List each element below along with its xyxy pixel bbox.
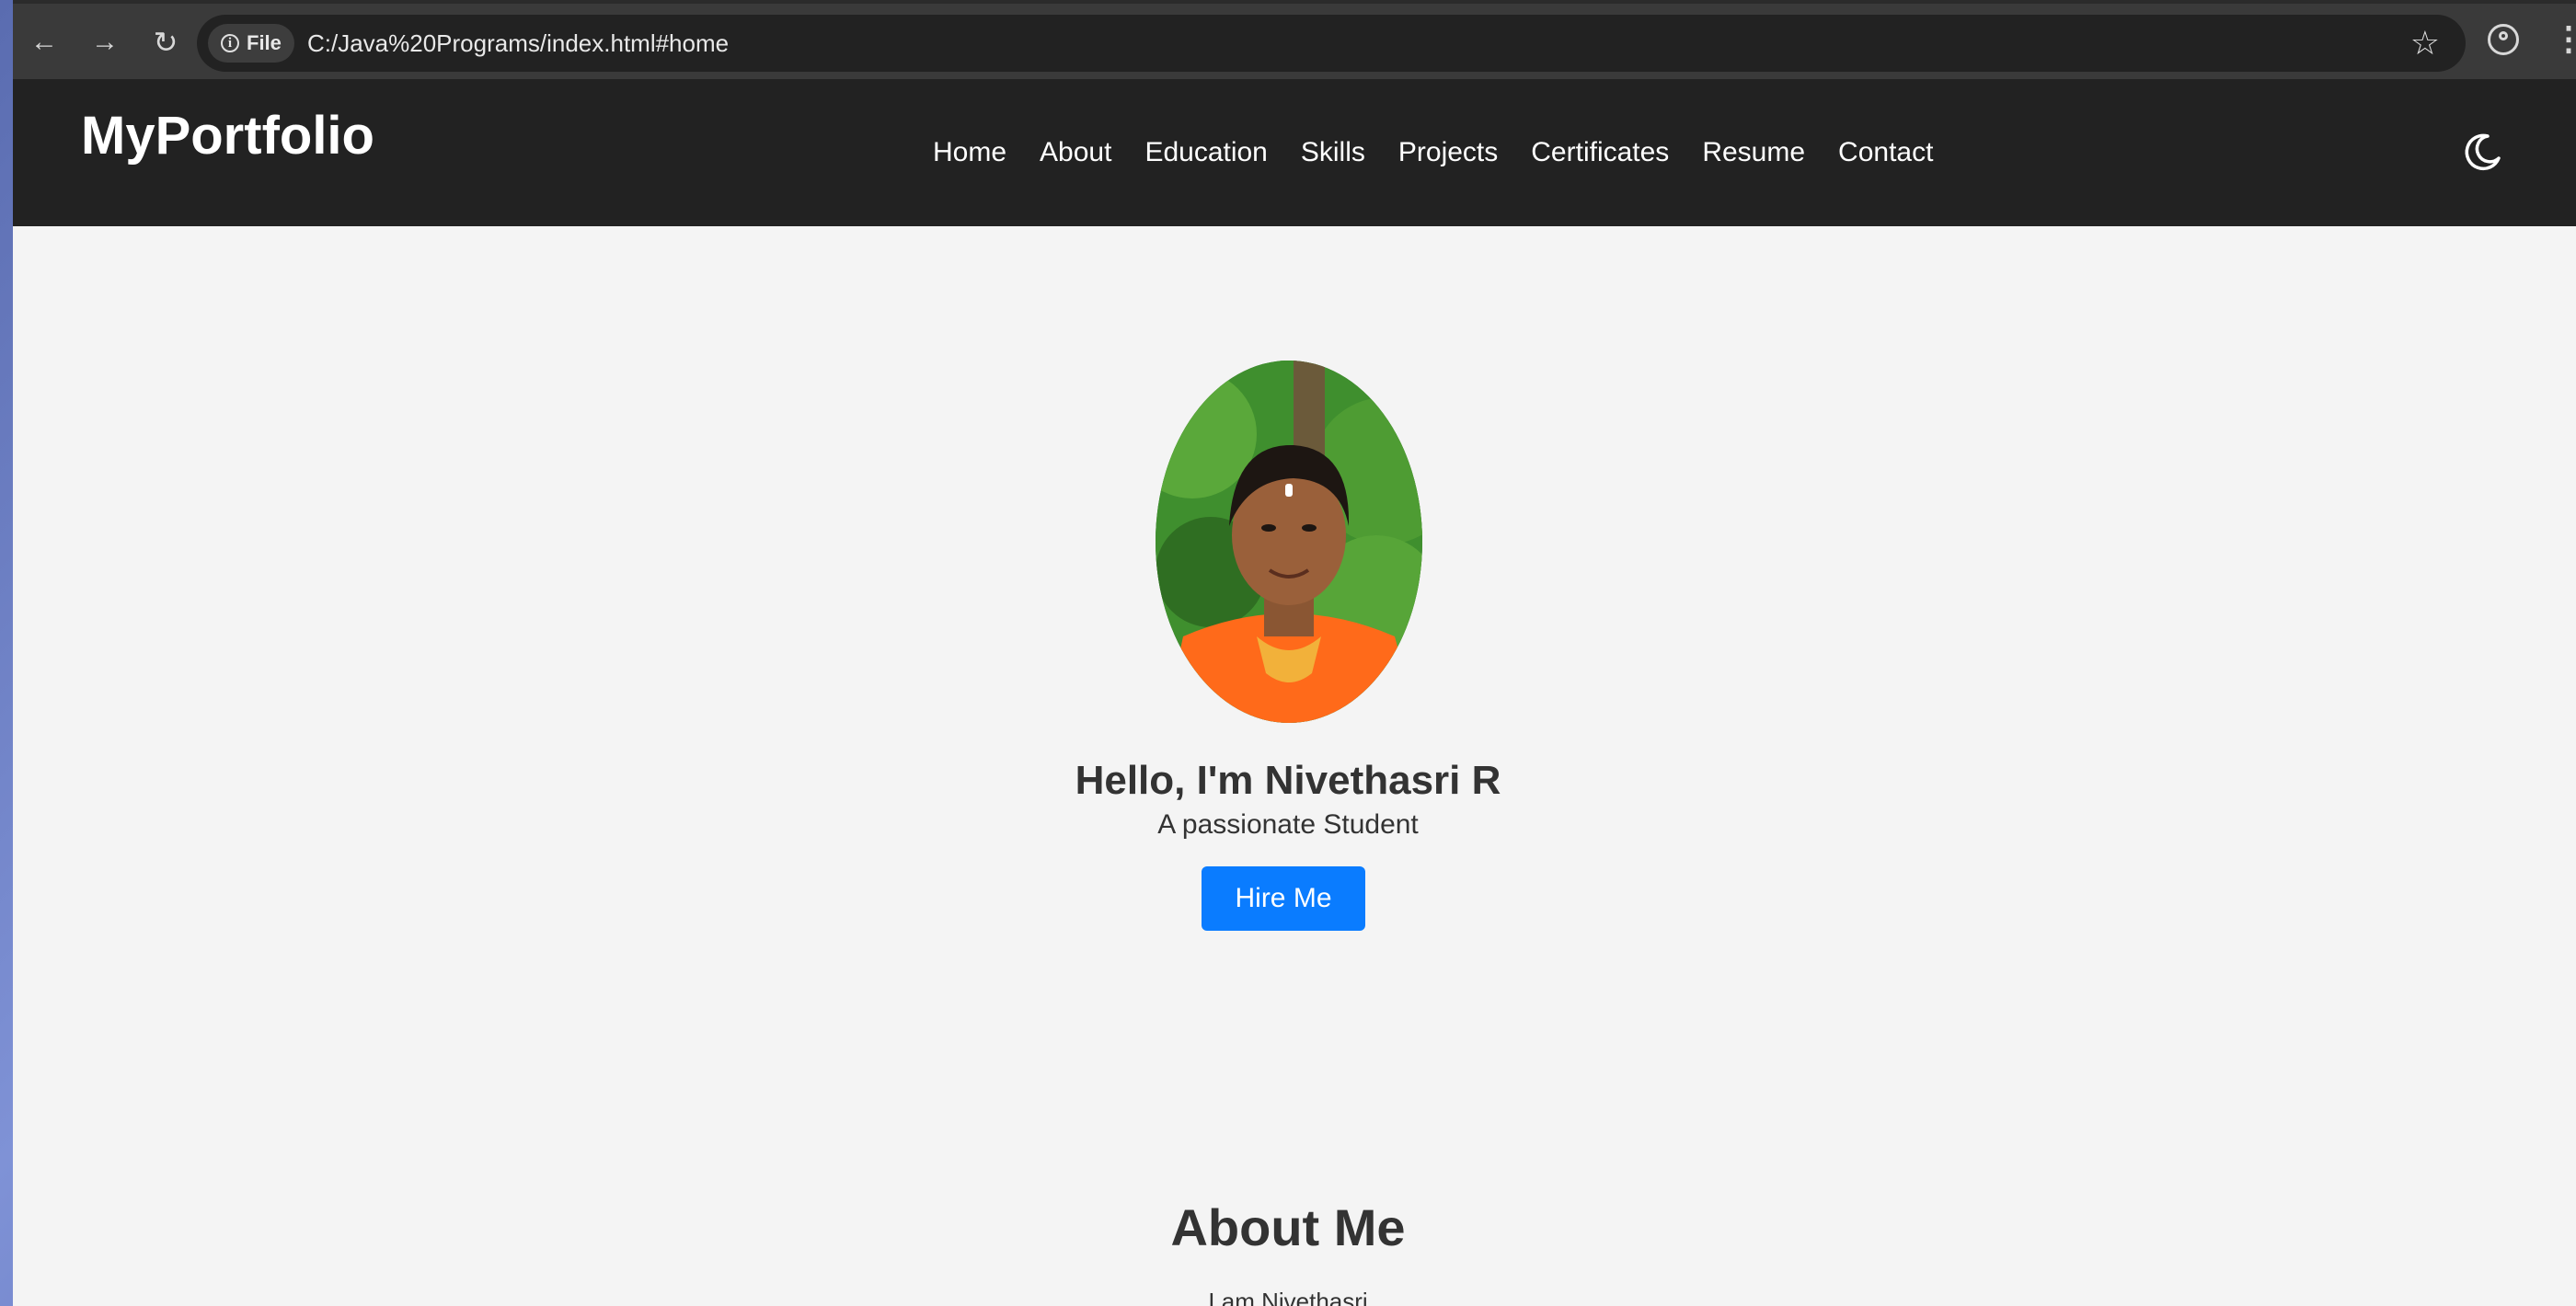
- nav-link-education[interactable]: Education: [1128, 137, 1283, 168]
- browser-toolbar: ← → ↻ i File C:/Java%20Programs/index.ht…: [13, 0, 2576, 79]
- nav-link-resume[interactable]: Resume: [1685, 137, 1822, 168]
- site-info-chip[interactable]: i File: [208, 24, 294, 63]
- nav-link-projects[interactable]: Projects: [1382, 137, 1514, 168]
- nav-link-skills[interactable]: Skills: [1284, 137, 1382, 168]
- hero-title: Hello, I'm Nivethasri R: [1075, 758, 1501, 803]
- reload-icon[interactable]: ↻: [147, 24, 184, 61]
- site-logo[interactable]: MyPortfolio: [81, 105, 374, 166]
- bookmark-star-icon[interactable]: ☆: [2410, 26, 2440, 61]
- hero-subtitle: A passionate Student: [1157, 809, 1419, 840]
- nav-link-contact[interactable]: Contact: [1822, 137, 1949, 168]
- nav-link-certificates[interactable]: Certificates: [1514, 137, 1685, 168]
- site-navbar: MyPortfolio Home About Education Skills …: [13, 79, 2576, 226]
- nav-link-about[interactable]: About: [1023, 137, 1128, 168]
- moon-icon[interactable]: [2460, 129, 2506, 175]
- nav-link-home[interactable]: Home: [916, 137, 1023, 168]
- back-icon[interactable]: ←: [26, 24, 63, 61]
- profile-icon[interactable]: [2488, 24, 2519, 55]
- about-title: About Me: [1170, 1198, 1406, 1256]
- about-text: I am Nivethasri: [1208, 1288, 1368, 1306]
- browser-window: ← → ↻ i File C:/Java%20Programs/index.ht…: [13, 0, 2576, 1306]
- info-icon: i: [221, 34, 239, 52]
- address-bar[interactable]: i File C:/Java%20Programs/index.html#hom…: [197, 15, 2466, 72]
- url-text[interactable]: C:/Java%20Programs/index.html#home: [307, 15, 729, 72]
- more-menu-icon[interactable]: ⋮: [2552, 20, 2576, 57]
- forward-icon[interactable]: →: [86, 24, 123, 61]
- profile-photo: [1156, 361, 1422, 723]
- hire-me-button[interactable]: Hire Me: [1202, 866, 1365, 931]
- file-chip-label: File: [247, 31, 282, 54]
- nav-links: Home About Education Skills Projects Cer…: [916, 79, 1949, 226]
